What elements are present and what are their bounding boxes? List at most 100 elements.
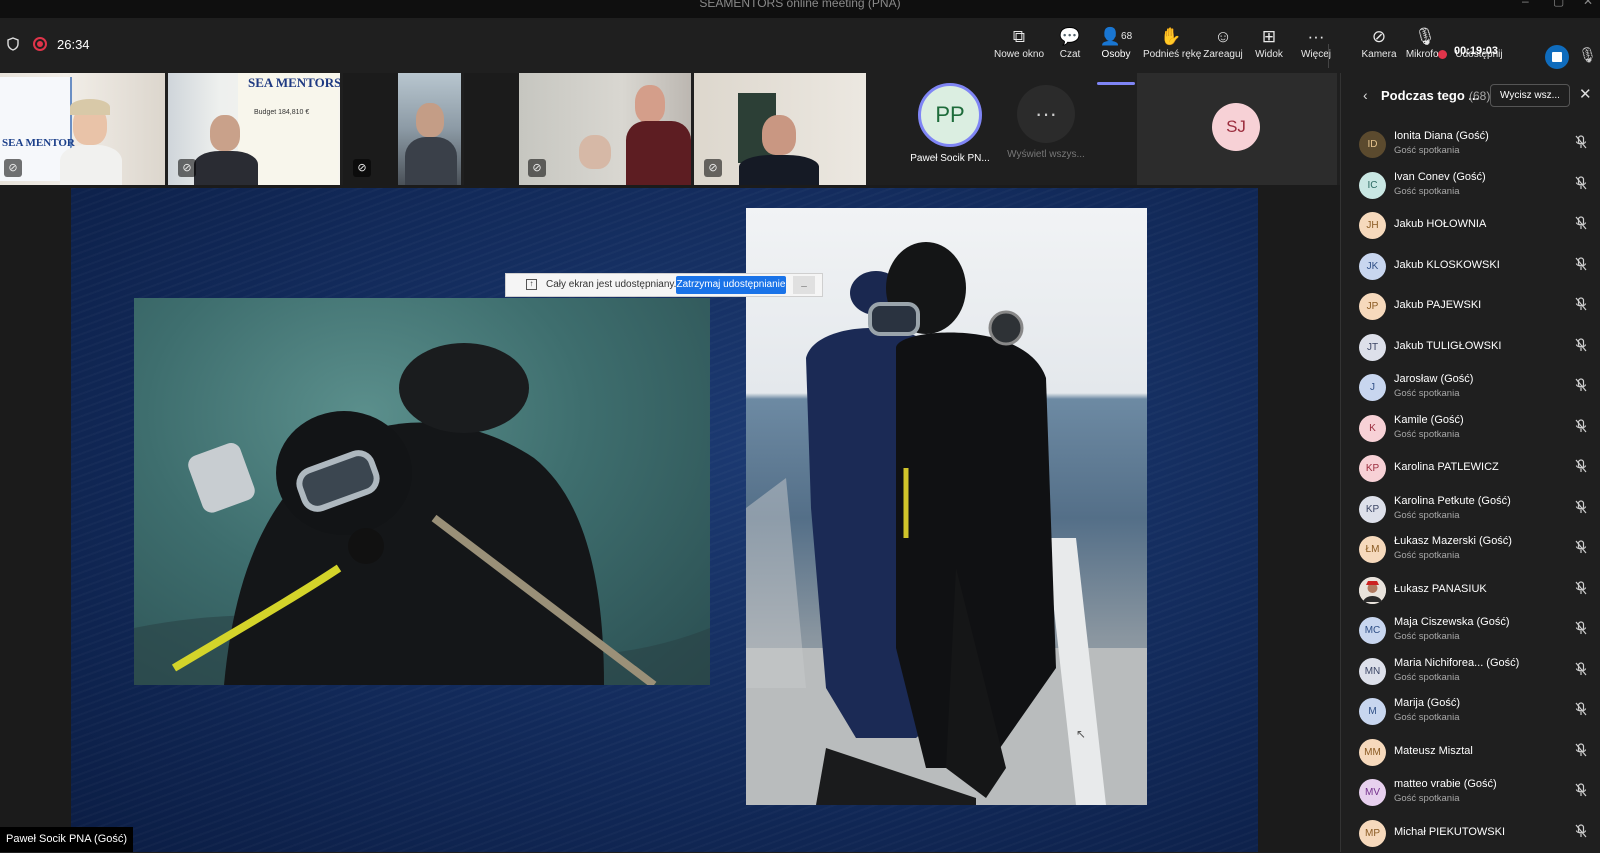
shield-icon[interactable] <box>7 37 19 51</box>
participant-list-item[interactable]: ŁMŁukasz Mazerski (Gość)Gość spotkania <box>1341 529 1600 570</box>
participant-avatar: MN <box>1359 658 1386 685</box>
mic-off-icon[interactable] <box>1575 621 1587 638</box>
participant-avatar: IC <box>1359 172 1386 199</box>
participant-avatar: M <box>1359 698 1386 725</box>
participant-avatar: KP <box>1359 455 1386 482</box>
participant-role: Gość spotkania <box>1394 672 1459 683</box>
mic-off-icon: ⊘ <box>704 159 722 177</box>
participant-body <box>60 145 122 185</box>
view-button[interactable]: ⊞ Widok <box>1251 26 1287 66</box>
mic-off-icon: ⊘ <box>178 159 196 177</box>
mic-off-icon[interactable] <box>1575 378 1587 395</box>
participant-list-item[interactable]: KPKarolina Petkute (Gość)Gość spotkania <box>1341 489 1600 530</box>
grid-icon: ⊞ <box>1251 26 1287 48</box>
ellipsis-icon: ··· <box>1017 85 1075 143</box>
new-window-button[interactable]: ⧉ Nowe okno <box>993 26 1045 66</box>
participant-list-item[interactable]: JTJakub TULIGŁOWSKI <box>1341 327 1600 368</box>
divers-illustration <box>746 208 1147 805</box>
participant-role: Gość spotkania <box>1394 631 1459 642</box>
participant-role: Gość spotkania <box>1394 388 1459 399</box>
mic-off-icon[interactable] <box>1575 702 1587 719</box>
people-button[interactable]: 👤68 Osoby <box>1094 26 1138 66</box>
participant-list-item[interactable]: MMMateusz Misztal <box>1341 732 1600 773</box>
mic-off-icon[interactable] <box>1575 257 1587 274</box>
participant-list-item[interactable]: IDIonita Diana (Gość)Gość spotkania <box>1341 124 1600 165</box>
maximize-icon[interactable]: ▢ <box>1553 0 1564 8</box>
participant-list-item[interactable]: ICIvan Conev (Gość)Gość spotkania <box>1341 165 1600 206</box>
mic-off-icon[interactable] <box>1575 500 1587 517</box>
minimize-share-bar-button[interactable]: _ <box>793 276 815 294</box>
avatar-name: Paweł Socik PN... <box>905 153 995 164</box>
chat-icon: 💬 <box>1052 26 1088 48</box>
video-tile[interactable]: ⊘ <box>464 73 691 185</box>
participant-avatar: JK <box>1359 253 1386 280</box>
participant-avatar: ŁM <box>1359 536 1386 563</box>
panel-title[interactable]: Podczas tego ... <box>1381 88 1479 103</box>
participant-role: Gość spotkania <box>1394 712 1459 723</box>
mic-off-icon: ⊘ <box>528 159 546 177</box>
participant-list-item[interactable]: JHJakub HOŁOWNIA <box>1341 205 1600 246</box>
participant-list-item[interactable]: MNMaria Nichiforea... (Gość)Gość spotkan… <box>1341 651 1600 692</box>
participant-list-item[interactable]: JKJakub KLOSKOWSKI <box>1341 246 1600 287</box>
people-panel: ‹ Podczas tego ... (68) Wycisz wsz... ✕ … <box>1340 73 1600 852</box>
mic-off-icon: ⊘ <box>4 159 22 177</box>
participant-list-item[interactable]: JP Jakub PAJEWSKI <box>1341 286 1600 327</box>
participant-avatar: JP <box>1359 293 1386 320</box>
participant-list-item[interactable]: MPMichał PIEKUTOWSKI <box>1341 813 1600 853</box>
participant-face <box>635 85 665 123</box>
raise-hand-button[interactable]: ✋ Podnieś rękę <box>1143 26 1199 66</box>
participant-avatar-tile[interactable]: SJ <box>1137 73 1337 185</box>
participant-avatar <box>1359 577 1386 604</box>
participant-list-item[interactable]: MVmatteo vrabie (Gość)Gość spotkania <box>1341 772 1600 813</box>
participant-avatar-tile[interactable]: PP Paweł Socik PN... <box>905 83 995 164</box>
mic-off-icon[interactable] <box>1575 459 1587 476</box>
participant-avatar: J <box>1359 374 1386 401</box>
close-icon[interactable]: ✕ <box>1579 85 1592 103</box>
show-all-participants[interactable]: ··· Wyświetl wszys... <box>1000 85 1092 160</box>
participant-body <box>194 151 258 185</box>
mic-off-icon[interactable]: 🎙 <box>1578 46 1597 64</box>
video-tile[interactable]: ⊘ <box>694 73 866 185</box>
mic-off-icon[interactable] <box>1575 216 1587 233</box>
participant-face <box>416 103 444 137</box>
minimize-icon[interactable]: – <box>1522 0 1529 8</box>
participant-avatar: MP <box>1359 820 1386 847</box>
stop-sharing-button[interactable]: Zatrzymaj udostępnianie <box>676 276 786 294</box>
camera-button[interactable]: ⊘ Kamera <box>1360 26 1398 66</box>
participant-list-item[interactable]: KKamile (Gość)Gość spotkania <box>1341 408 1600 449</box>
participant-list-item[interactable]: Łukasz PANASIUK <box>1341 570 1600 611</box>
video-tile[interactable]: SEA MENTORS Budget 184,810 € ⊘ <box>168 73 340 185</box>
mic-off-icon[interactable] <box>1575 581 1587 598</box>
react-button[interactable]: ☺ Zareaguj <box>1203 26 1243 66</box>
chat-button[interactable]: 💬 Czat <box>1052 26 1088 66</box>
video-tile[interactable]: ⊘ <box>343 73 461 185</box>
popout-icon: ⧉ <box>993 26 1045 48</box>
mic-off-icon[interactable] <box>1575 135 1587 152</box>
participant-name: Kamile (Gość) <box>1394 414 1464 426</box>
mic-off-icon[interactable] <box>1575 297 1587 314</box>
mic-off-icon[interactable] <box>1575 824 1587 841</box>
video-tile[interactable]: SEA MENTOR ⊘ <box>0 73 165 185</box>
mic-off-icon[interactable] <box>1575 338 1587 355</box>
participant-role: Gość spotkania <box>1394 145 1459 156</box>
participant-list-item[interactable]: JJarosław (Gość)Gość spotkania <box>1341 367 1600 408</box>
mic-off-icon: ⊘ <box>353 159 371 177</box>
mic-off-icon[interactable] <box>1575 176 1587 193</box>
mic-off-icon[interactable] <box>1575 743 1587 760</box>
participant-name: Jakub TULIGŁOWSKI <box>1394 340 1501 352</box>
mic-off-icon[interactable] <box>1575 783 1587 800</box>
mute-all-button[interactable]: Wycisz wsz... <box>1490 84 1570 107</box>
participant-name: Mateusz Misztal <box>1394 745 1473 757</box>
participant-list-item[interactable]: MMarija (Gość)Gość spotkania <box>1341 691 1600 732</box>
chevron-left-icon[interactable]: ‹ <box>1363 87 1368 103</box>
mic-off-icon[interactable] <box>1575 419 1587 436</box>
mic-off-icon[interactable] <box>1575 662 1587 679</box>
close-window-icon[interactable]: ✕ <box>1583 0 1593 8</box>
participant-list-item[interactable]: MCMaja Ciszewska (Gość)Gość spotkania <box>1341 610 1600 651</box>
mic-off-icon[interactable] <box>1575 540 1587 557</box>
stop-icon[interactable] <box>1545 45 1569 69</box>
people-count: 68 <box>1121 31 1132 42</box>
participant-list-item[interactable]: KPKarolina PATLEWICZ <box>1341 448 1600 489</box>
participant-name: Jakub PAJEWSKI <box>1394 299 1481 311</box>
emoji-icon: ☺ <box>1203 26 1243 48</box>
